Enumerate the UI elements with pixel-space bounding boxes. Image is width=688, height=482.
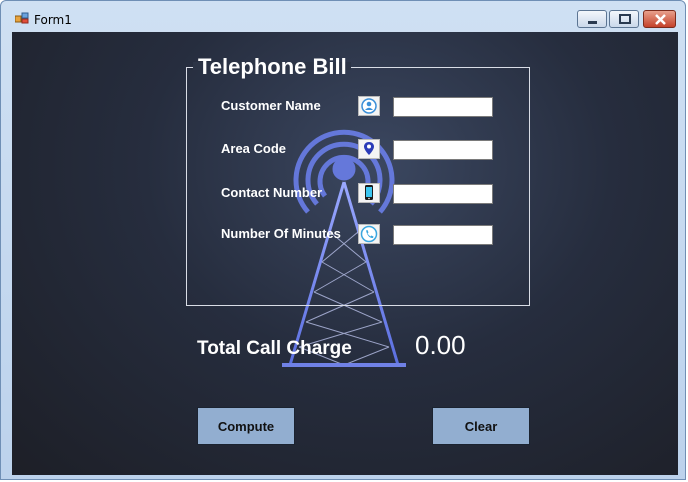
contact-number-input[interactable] — [393, 184, 493, 204]
title-bar[interactable]: Form1 — [1, 1, 685, 31]
location-pin-icon — [358, 139, 380, 159]
phone-call-icon — [358, 224, 380, 244]
restore-icon — [619, 14, 631, 24]
maximize-button[interactable] — [609, 10, 639, 28]
mobile-phone-icon — [358, 183, 380, 203]
minimize-button[interactable] — [577, 10, 607, 28]
user-icon — [358, 96, 380, 116]
compute-button[interactable]: Compute — [197, 407, 295, 445]
customer-name-label: Customer Name — [221, 98, 321, 113]
total-call-charge-label: Total Call Charge — [197, 338, 352, 359]
area-code-input[interactable] — [393, 140, 493, 160]
group-title: Telephone Bill — [198, 54, 347, 79]
form-client-area: Telephone Bill Customer Name Area Code C… — [12, 32, 678, 475]
customer-name-input[interactable] — [393, 97, 493, 117]
minimize-icon — [588, 21, 597, 24]
number-of-minutes-input[interactable] — [393, 225, 493, 245]
number-of-minutes-label: Number Of Minutes — [221, 226, 341, 241]
clear-button[interactable]: Clear — [432, 407, 530, 445]
main-window: Form1 Telephone Bill Customer Name Area … — [0, 0, 686, 480]
app-icon — [15, 12, 29, 24]
close-button[interactable] — [643, 10, 676, 28]
area-code-label: Area Code — [221, 141, 287, 156]
window-title: Form1 — [34, 13, 72, 27]
contact-number-label: Contact Number — [221, 185, 323, 200]
close-icon — [655, 14, 666, 25]
total-call-charge-value: 0.00 — [415, 330, 466, 360]
